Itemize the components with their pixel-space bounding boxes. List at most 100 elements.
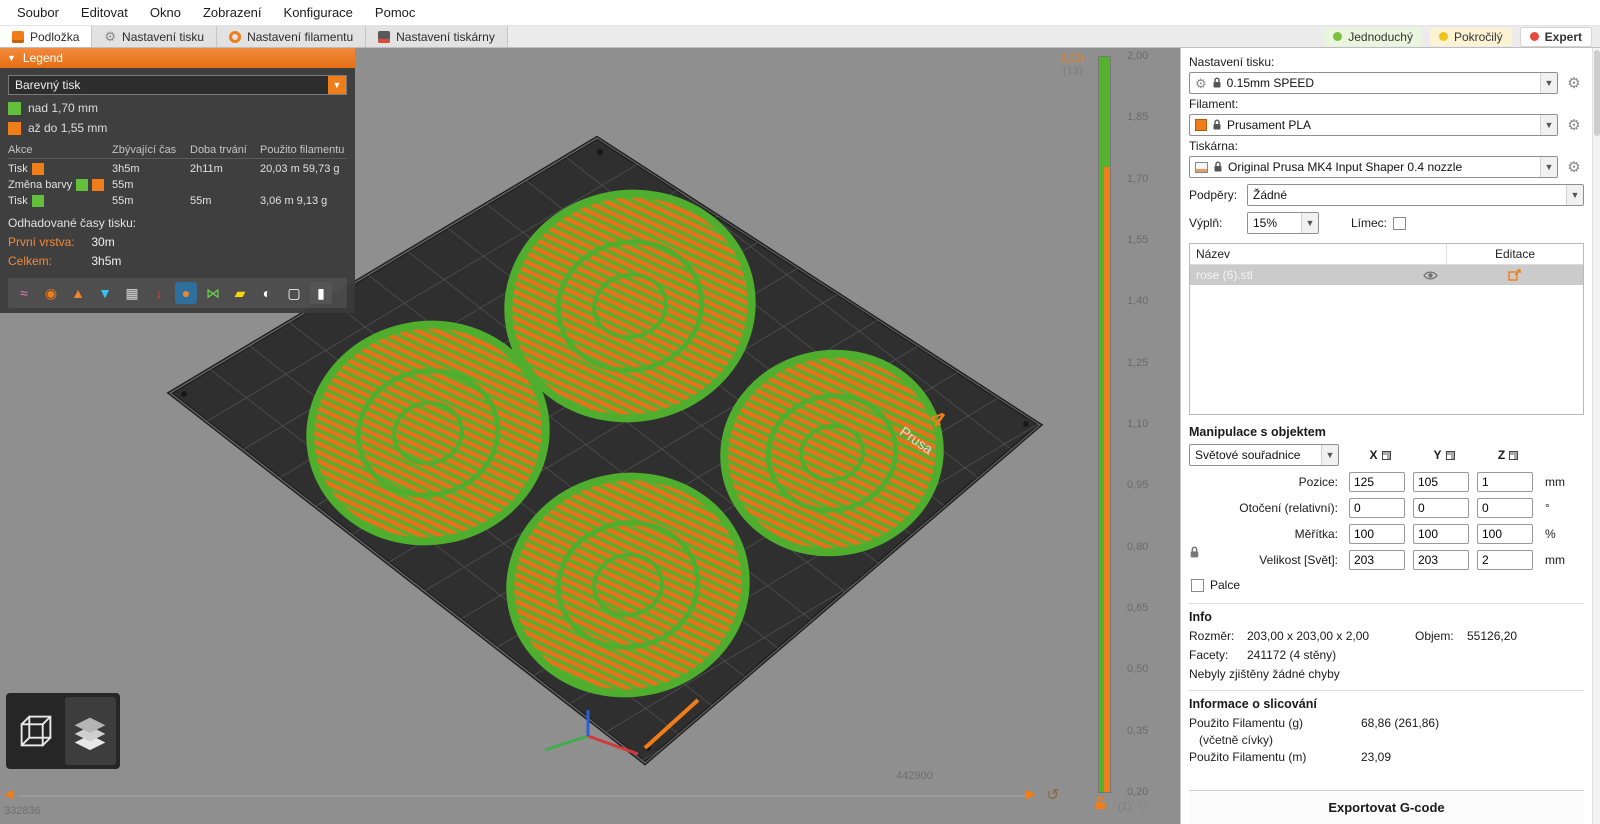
- menu-pomoc[interactable]: Pomoc: [364, 0, 426, 26]
- rotation-z-input[interactable]: [1477, 498, 1533, 518]
- infill-select[interactable]: 15% ▼: [1247, 212, 1319, 234]
- 3d-view-button[interactable]: [10, 697, 62, 765]
- legend-header[interactable]: ▼ Legend: [0, 48, 355, 68]
- hslider-left-handle[interactable]: ◀: [4, 787, 14, 800]
- layers-down-icon[interactable]: ▼: [94, 282, 116, 304]
- position-x-input[interactable]: [1349, 472, 1405, 492]
- tab-bar: Podložka ⚙ Nastavení tisku Nastavení fil…: [0, 26, 1600, 48]
- inches-label: Palce: [1210, 578, 1241, 592]
- print-settings-gear-button[interactable]: ⚙: [1564, 73, 1584, 93]
- manipulation-title: Manipulace s objektem: [1189, 425, 1326, 439]
- mode-simple[interactable]: Jednoduchý: [1324, 27, 1422, 46]
- size-z-input[interactable]: [1477, 550, 1533, 570]
- menu-soubor[interactable]: Soubor: [6, 0, 70, 26]
- supports-label: Podpěry:: [1189, 188, 1238, 202]
- tab-filament-settings[interactable]: Nastavení filamentu: [217, 26, 367, 47]
- panel-scrollbar[interactable]: [1592, 48, 1600, 824]
- chevron-down-icon[interactable]: ▼: [1540, 73, 1557, 93]
- tab-print-settings[interactable]: ⚙ Nastavení tisku: [92, 26, 218, 47]
- travel-moves-icon[interactable]: ◐: [256, 282, 278, 304]
- print-settings-value: 0.15mm SPEED: [1226, 76, 1315, 90]
- red-dot-icon: [1529, 32, 1539, 41]
- menu-okno[interactable]: Okno: [139, 0, 192, 26]
- slider-settings-gear-icon[interactable]: ⚙: [1136, 796, 1149, 814]
- chevron-down-icon[interactable]: ▼: [1301, 213, 1318, 233]
- prusa-drop-icon[interactable]: ◉: [40, 282, 62, 304]
- infill-grid-icon[interactable]: ▦: [121, 282, 143, 304]
- layer-slider-bar[interactable]: [1098, 56, 1111, 793]
- wireframe-cube-icon[interactable]: ▢: [283, 282, 305, 304]
- view-mode-switch: [6, 693, 120, 769]
- inches-checkbox[interactable]: [1191, 578, 1204, 592]
- objects-edit-header: Editace: [1446, 244, 1583, 264]
- estimate-total: Celkem: 3h5m: [8, 254, 122, 268]
- droplet-icon[interactable]: ●: [175, 282, 197, 304]
- hourglass-icon[interactable]: ⋈: [202, 282, 224, 304]
- rotation-x-input[interactable]: [1349, 498, 1405, 518]
- hslider-right-handle[interactable]: ▶: [1026, 787, 1036, 800]
- chevron-down-icon[interactable]: ▼: [328, 76, 346, 94]
- scrollbar-thumb[interactable]: [1594, 50, 1600, 136]
- printer-gear-button[interactable]: ⚙: [1564, 157, 1584, 177]
- menu-editovat[interactable]: Editovat: [70, 0, 139, 26]
- volume-label: Objem:: [1415, 629, 1454, 643]
- hslider-left-value: 332836: [4, 805, 41, 817]
- seam-pattern-icon[interactable]: ≈: [13, 282, 35, 304]
- place-down-icon[interactable]: ↓: [148, 282, 170, 304]
- collapse-icon[interactable]: ▼: [7, 53, 16, 63]
- preview-view-button[interactable]: [64, 697, 116, 765]
- position-z-input[interactable]: [1477, 472, 1533, 492]
- position-label: Pozice:: [1298, 475, 1338, 489]
- scale-y-input[interactable]: [1413, 524, 1469, 544]
- uniform-scale-lock-icon[interactable]: [1189, 546, 1200, 562]
- view-type-select[interactable]: Barevný tisk ▼: [8, 75, 347, 95]
- size-info-value: 203,00 x 203,00 x 2,00: [1247, 629, 1370, 643]
- size-x-input[interactable]: [1349, 550, 1405, 570]
- scale-z-input[interactable]: [1477, 524, 1533, 544]
- green-swatch-icon: [76, 179, 89, 191]
- object-row-rose[interactable]: rose (6).stl: [1190, 265, 1583, 285]
- tab-printer-settings[interactable]: Nastavení tiskárny: [366, 26, 508, 47]
- position-y-input[interactable]: [1413, 472, 1469, 492]
- print-settings-select[interactable]: ⚙ 0.15mm SPEED ▼: [1189, 72, 1558, 94]
- filament-select[interactable]: Prusament PLA ▼: [1189, 114, 1558, 136]
- chevron-down-icon[interactable]: ▼: [1540, 157, 1557, 177]
- gear-icon: ⚙: [104, 29, 117, 44]
- legend-title: Legend: [22, 51, 63, 65]
- reset-arrow-icon[interactable]: ↺: [1046, 785, 1059, 805]
- paint-icon[interactable]: ▰: [229, 282, 251, 304]
- chevron-down-icon[interactable]: ▼: [1321, 445, 1338, 465]
- export-gcode-button[interactable]: Exportovat G-code: [1189, 790, 1584, 824]
- rotation-y-input[interactable]: [1413, 498, 1469, 518]
- filament-gear-button[interactable]: ⚙: [1564, 115, 1584, 135]
- coordinates-select[interactable]: Světové souřadnice ▼: [1189, 444, 1339, 466]
- menu-zobrazeni[interactable]: Zobrazení: [192, 0, 273, 26]
- brim-label: Límec:: [1351, 216, 1388, 230]
- chevron-down-icon[interactable]: ▼: [1566, 185, 1583, 205]
- errors-text: Nebyly zjištěny žádné chyby: [1189, 667, 1340, 681]
- unlocked-padlock-icon[interactable]: [1094, 796, 1107, 816]
- eye-icon[interactable]: [1423, 270, 1438, 281]
- tab-plater[interactable]: Podložka: [0, 26, 93, 47]
- mode-advanced[interactable]: Pokročilý: [1429, 27, 1512, 46]
- menu-konfigurace[interactable]: Konfigurace: [273, 0, 364, 26]
- menu-bar: Soubor Editovat Okno Zobrazení Konfigura…: [0, 0, 1600, 26]
- 3d-viewport[interactable]: 4 Prusa ▼ Legend Barevný tisk ▼ nad 1,70…: [0, 48, 1180, 824]
- hslider-track[interactable]: [20, 795, 1032, 797]
- supports-select[interactable]: Žádné ▼: [1247, 184, 1584, 206]
- chevron-down-icon[interactable]: ▼: [1540, 115, 1557, 135]
- mode-expert-label: Expert: [1544, 29, 1582, 44]
- size-y-input[interactable]: [1413, 550, 1469, 570]
- col-zbyvajici-cas: Zbývající čas: [112, 144, 190, 159]
- printer-select[interactable]: Original Prusa MK4 Input Shaper 0.4 nozz…: [1189, 156, 1558, 178]
- nozzle-marker-icon[interactable]: ▮: [310, 282, 332, 304]
- infill-label: Výplň:: [1189, 216, 1223, 230]
- filament-used-g-sublabel: (včetně cívky): [1199, 733, 1274, 747]
- print-settings-label: Nastavení tisku:: [1189, 55, 1275, 69]
- slicing-info-title: Informace o slicování: [1189, 697, 1317, 711]
- layers-up-icon[interactable]: ▲: [67, 282, 89, 304]
- mode-expert[interactable]: Expert: [1519, 26, 1592, 47]
- edit-object-icon[interactable]: [1446, 268, 1583, 282]
- brim-checkbox[interactable]: [1393, 216, 1407, 230]
- scale-x-input[interactable]: [1349, 524, 1405, 544]
